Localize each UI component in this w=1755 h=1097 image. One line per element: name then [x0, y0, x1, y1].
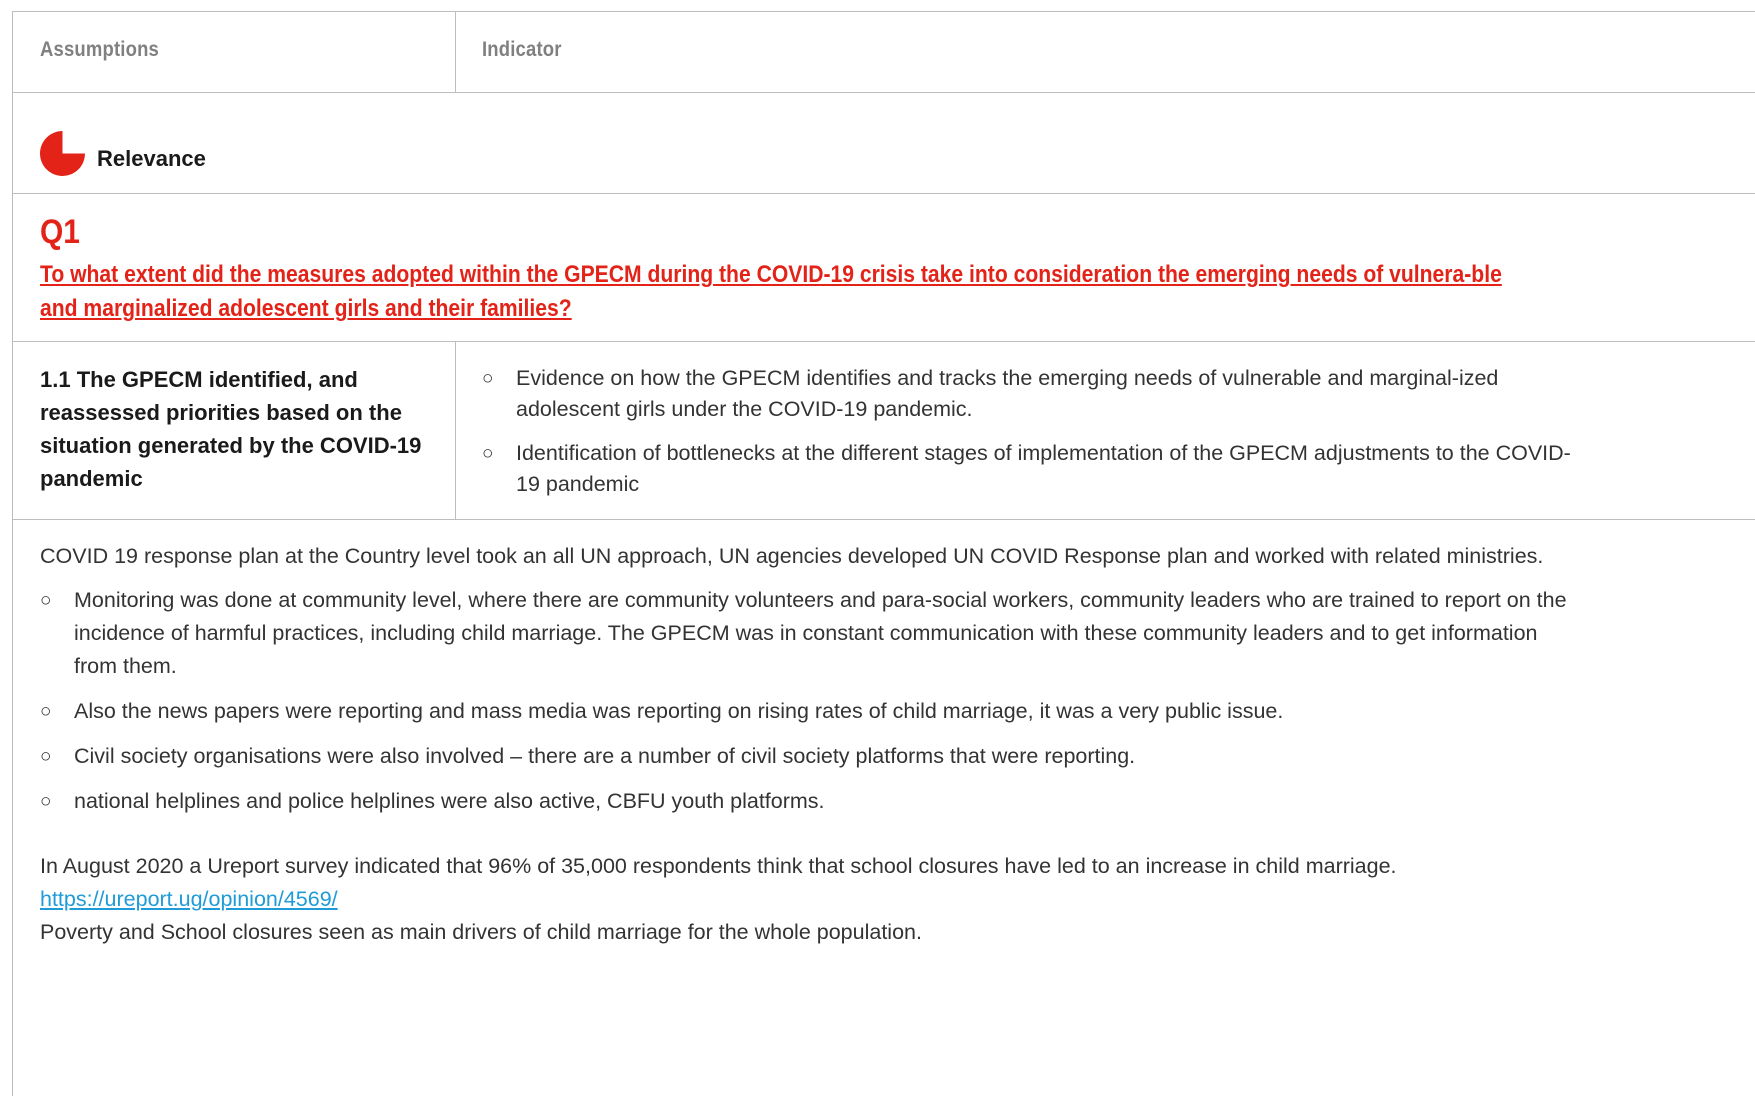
- closing-text: Poverty and School closures seen as main…: [40, 920, 922, 944]
- indicator-text: Evidence on how the GPECM identifies and…: [516, 366, 1499, 421]
- pie-chart-quarter-icon: [40, 131, 85, 176]
- list-item: ○ Monitoring was done at community level…: [40, 584, 1580, 683]
- ureport-link[interactable]: https://ureport.ug/opinion/4569/: [40, 887, 338, 911]
- list-item: ○ national helplines and police helpline…: [40, 785, 1580, 818]
- finding-text: Also the news papers were reporting and …: [74, 699, 1284, 723]
- column-divider: [455, 12, 456, 92]
- findings-content: COVID 19 response plan at the Country le…: [40, 540, 1580, 949]
- indicator-list: ○ Evidence on how the GPECM identifies a…: [482, 363, 1572, 513]
- bullet-circle-icon: ○: [482, 368, 494, 389]
- list-item: ○ Identification of bottlenecks at the d…: [482, 438, 1572, 500]
- bullet-circle-icon: ○: [40, 746, 52, 767]
- indicator-text: Identification of bottlenecks at the dif…: [516, 441, 1571, 496]
- list-item: ○ Evidence on how the GPECM identifies a…: [482, 363, 1572, 425]
- relevance-section-row: Relevance: [13, 93, 1755, 194]
- table-header-row: Assumptions Indicator: [13, 12, 1755, 93]
- assumption-text: 1.1 The GPECM identified, and reassessed…: [40, 367, 422, 491]
- findings-list: ○ Monitoring was done at community level…: [40, 584, 1580, 818]
- findings-row: COVID 19 response plan at the Country le…: [13, 520, 1755, 1097]
- finding-text: national helplines and police helplines …: [74, 789, 825, 813]
- question-number: Q1: [40, 213, 80, 251]
- header-assumptions: Assumptions: [40, 38, 159, 61]
- list-item: ○ Civil society organisations were also …: [40, 740, 1580, 773]
- header-indicator: Indicator: [482, 38, 562, 61]
- question-row: Q1 To what extent did the measures adopt…: [13, 194, 1755, 342]
- finding-text: Monitoring was done at community level, …: [74, 588, 1567, 678]
- question-text: To what extent did the measures adopted …: [40, 261, 1502, 322]
- bullet-circle-icon: ○: [482, 443, 494, 464]
- findings-intro: COVID 19 response plan at the Country le…: [40, 544, 1544, 568]
- bullet-circle-icon: ○: [40, 701, 52, 722]
- list-item: ○ Also the news papers were reporting an…: [40, 695, 1580, 728]
- assumption-row: 1.1 The GPECM identified, and reassessed…: [13, 342, 1755, 520]
- section-label: Relevance: [97, 146, 206, 171]
- finding-text: Civil society organisations were also in…: [74, 744, 1136, 768]
- bullet-circle-icon: ○: [40, 590, 52, 611]
- column-divider: [455, 342, 456, 519]
- evaluation-matrix-table: Assumptions Indicator Relevance Q1 To wh…: [12, 11, 1755, 1096]
- survey-text: In August 2020 a Ureport survey indicate…: [40, 854, 1397, 878]
- bullet-circle-icon: ○: [40, 791, 52, 812]
